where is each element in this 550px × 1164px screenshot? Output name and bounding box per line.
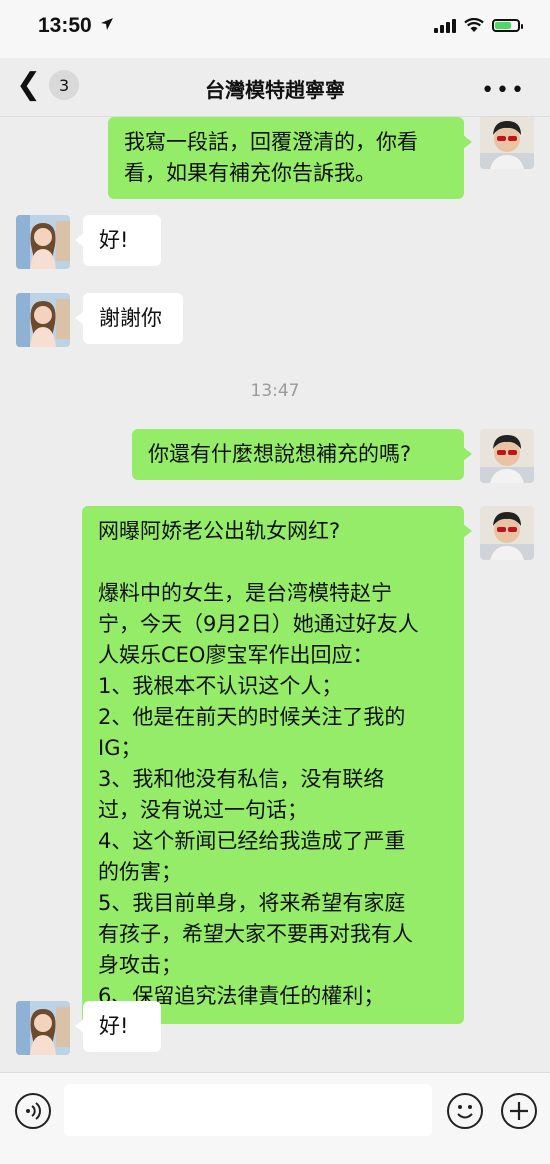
status-bar: 13:50 bbox=[0, 0, 550, 58]
message-bubble[interactable]: 謝謝你 bbox=[75, 293, 183, 344]
location-arrow-icon bbox=[100, 18, 113, 30]
voice-input-button[interactable] bbox=[15, 1093, 51, 1129]
status-time: 13:50 bbox=[38, 14, 114, 38]
message-bubble[interactable]: 你還有什麼想說想補充的嗎? bbox=[132, 429, 472, 480]
my-avatar[interactable] bbox=[480, 506, 534, 560]
message-bubble[interactable]: 好! bbox=[75, 215, 161, 266]
message-input[interactable] bbox=[64, 1084, 432, 1136]
message-bubble[interactable]: 网曝阿娇老公出轨女网红? 爆料中的女生，是台湾模特赵宁 宁，今天（9月2日）她通… bbox=[82, 506, 472, 1024]
contact-avatar[interactable] bbox=[16, 293, 70, 347]
plus-icon bbox=[510, 1102, 528, 1120]
smiley-icon bbox=[457, 1105, 473, 1119]
more-functions-button[interactable] bbox=[501, 1093, 537, 1129]
more-options-icon[interactable]: ••• bbox=[481, 78, 526, 103]
emoji-button[interactable] bbox=[447, 1093, 483, 1129]
battery-icon bbox=[492, 19, 523, 32]
my-avatar[interactable] bbox=[480, 117, 534, 169]
message-timestamp: 13:47 bbox=[250, 381, 300, 401]
cellular-signal-icon bbox=[434, 18, 456, 33]
input-bar bbox=[0, 1072, 550, 1164]
my-avatar[interactable] bbox=[480, 429, 534, 483]
message-bubble[interactable]: 我寫一段話，回覆澄清的，你看 看，如果有補充你告訴我。 bbox=[108, 117, 472, 199]
contact-avatar[interactable] bbox=[16, 1001, 70, 1055]
contact-avatar[interactable] bbox=[16, 215, 70, 269]
chat-header: ❮ 3 台灣模特趙寧寧 ••• bbox=[0, 58, 550, 117]
voice-icon bbox=[26, 1102, 41, 1120]
wifi-icon bbox=[464, 18, 484, 32]
message-bubble[interactable]: 好! bbox=[75, 1001, 161, 1052]
status-icons bbox=[434, 18, 523, 33]
chat-title: 台灣模特趙寧寧 bbox=[205, 78, 345, 102]
message-list[interactable]: 我寫一段話，回覆澄清的，你看 看，如果有補充你告訴我。 好! 謝謝你 13:47… bbox=[0, 117, 550, 1072]
